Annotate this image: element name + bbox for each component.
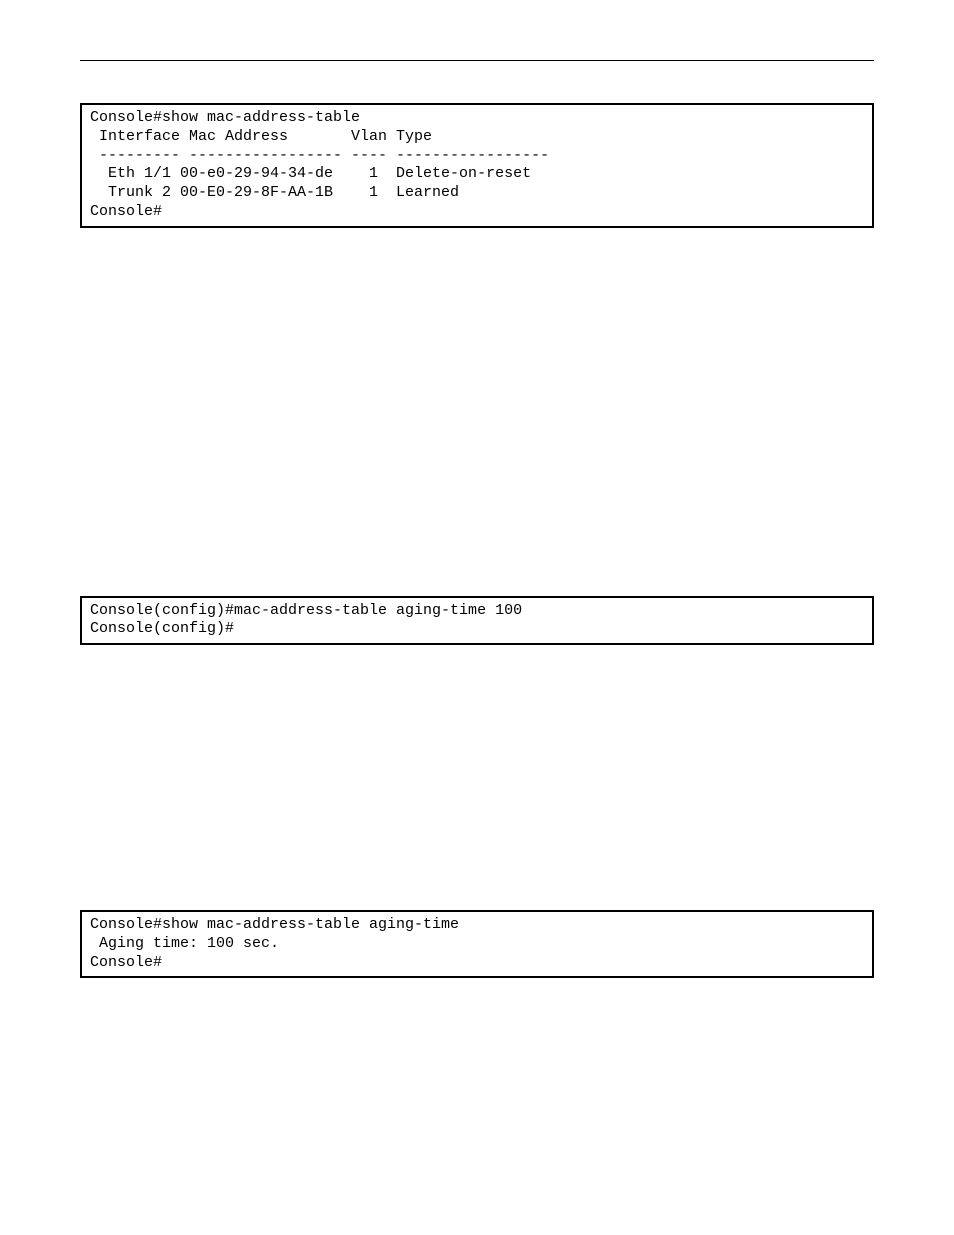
terminal-output-3: Console#show mac-address-table aging-tim… [80, 910, 874, 978]
terminal-output-2: Console(config)#mac-address-table aging-… [80, 596, 874, 646]
terminal-output-1: Console#show mac-address-table Interface… [80, 103, 874, 228]
terminal-output-3-text: Console#show mac-address-table aging-tim… [90, 916, 459, 971]
terminal-output-1-text: Console#show mac-address-table Interface… [90, 109, 549, 220]
page-header-rule-wrap [0, 0, 954, 61]
terminal-output-2-text: Console(config)#mac-address-table aging-… [90, 602, 522, 638]
